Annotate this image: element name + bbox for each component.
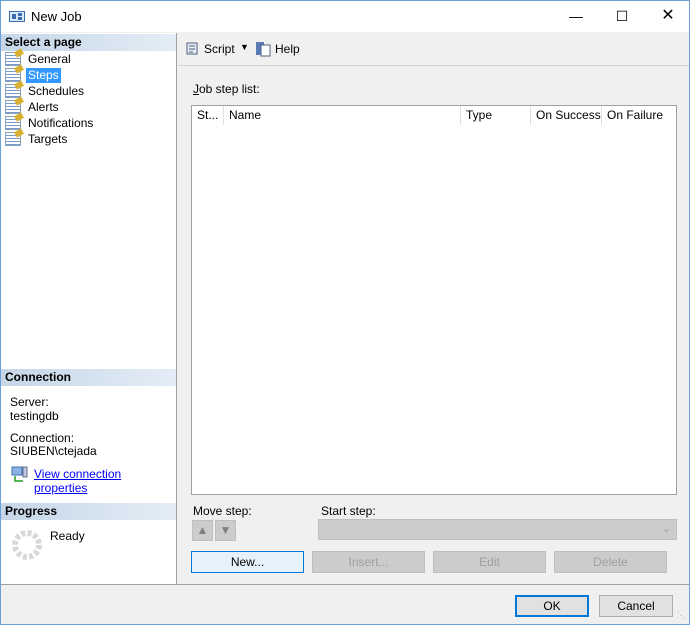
sidebar-item-general[interactable]: General <box>5 51 73 67</box>
help-label: Help <box>275 42 300 56</box>
connection-properties-icon <box>11 466 28 482</box>
new-step-button[interactable]: New... <box>191 551 304 573</box>
close-icon: ✕ <box>661 7 675 24</box>
arrow-down-icon: ▼ <box>219 523 232 537</box>
page-icon <box>5 100 21 114</box>
script-dropdown-arrow-icon[interactable]: ▼ <box>240 42 249 52</box>
script-button[interactable]: Script <box>184 41 235 57</box>
page-icon <box>5 84 21 98</box>
script-icon <box>186 42 198 55</box>
sidebar-item-schedules[interactable]: Schedules <box>5 83 86 99</box>
insert-step-button[interactable]: Insert... <box>312 551 425 573</box>
maximize-icon: ☐ <box>615 8 629 24</box>
start-step-label: Start step: <box>321 504 376 518</box>
sidebar-item-label: Schedules <box>28 83 85 98</box>
select-page-header: Select a page <box>1 34 176 51</box>
progress-header: Progress <box>1 503 176 520</box>
server-value: testingdb <box>10 409 59 423</box>
move-step-down-button[interactable]: ▼ <box>215 520 236 541</box>
chevron-down-icon: ⌄ <box>661 523 671 535</box>
move-step-up-button[interactable]: ▲ <box>192 520 213 541</box>
sidebar-item-steps[interactable]: Steps <box>5 67 61 83</box>
script-label: Script <box>204 42 235 56</box>
arrow-up-icon: ▲ <box>196 523 209 537</box>
sidebar-item-label: General <box>28 51 71 66</box>
toolbar: Script ▼ Help <box>178 33 689 66</box>
page-icon <box>5 132 21 146</box>
connection-label: Connection: <box>10 431 75 445</box>
delete-step-button[interactable]: Delete <box>554 551 667 573</box>
progress-status: Ready <box>50 529 85 543</box>
footer-divider <box>1 584 689 585</box>
column-header-on-failure[interactable]: On Failure <box>602 106 676 125</box>
sidebar-item-alerts[interactable]: Alerts <box>5 99 61 115</box>
job-icon <box>9 11 25 22</box>
column-header-step[interactable]: St... <box>192 106 224 125</box>
sidebar-item-label: Alerts <box>28 99 59 114</box>
job-step-list-label-text: Job step list: <box>193 82 260 96</box>
help-icon <box>256 42 271 57</box>
sidebar-item-label: Targets <box>28 131 68 146</box>
job-step-list[interactable]: St... Name Type On Success On Failure <box>191 105 677 495</box>
cancel-button[interactable]: Cancel <box>599 595 673 617</box>
server-label: Server: <box>10 395 49 409</box>
minimize-icon: — <box>569 8 583 24</box>
connection-value: SIUBEN\ctejada <box>10 444 97 458</box>
job-step-list-label: Job step list: <box>193 82 260 96</box>
progress-spinner-icon <box>12 530 42 560</box>
move-step-label: Move step: <box>193 504 252 518</box>
page-icon <box>5 116 21 130</box>
sidebar-item-label: Steps <box>26 67 61 83</box>
close-button[interactable]: ✕ <box>645 1 690 32</box>
minimize-button[interactable]: — <box>553 1 599 32</box>
help-button[interactable]: Help <box>255 41 300 57</box>
column-header-type[interactable]: Type <box>461 106 531 125</box>
column-header-on-success[interactable]: On Success <box>531 106 602 125</box>
column-header-name[interactable]: Name <box>224 106 461 125</box>
sidebar-item-targets[interactable]: Targets <box>5 131 69 147</box>
view-connection-properties-link[interactable]: View connection properties <box>34 467 176 495</box>
start-step-select[interactable]: ⌄ <box>318 519 677 540</box>
page-icon <box>5 68 21 82</box>
connection-header: Connection <box>1 369 176 386</box>
new-job-window: New Job — ☐ ✕ Select a page General Step… <box>0 0 690 625</box>
page-icon <box>5 52 21 66</box>
left-pane: Select a page General Steps Schedules Al… <box>1 33 177 584</box>
sidebar-item-label: Notifications <box>28 115 94 130</box>
window-title: New Job <box>31 9 82 24</box>
maximize-button[interactable]: ☐ <box>599 1 645 32</box>
title-bar: New Job — ☐ ✕ <box>1 1 689 32</box>
resize-grip-icon[interactable]: ⋱ <box>677 611 685 620</box>
ok-button[interactable]: OK <box>515 595 589 617</box>
edit-step-button[interactable]: Edit <box>433 551 546 573</box>
